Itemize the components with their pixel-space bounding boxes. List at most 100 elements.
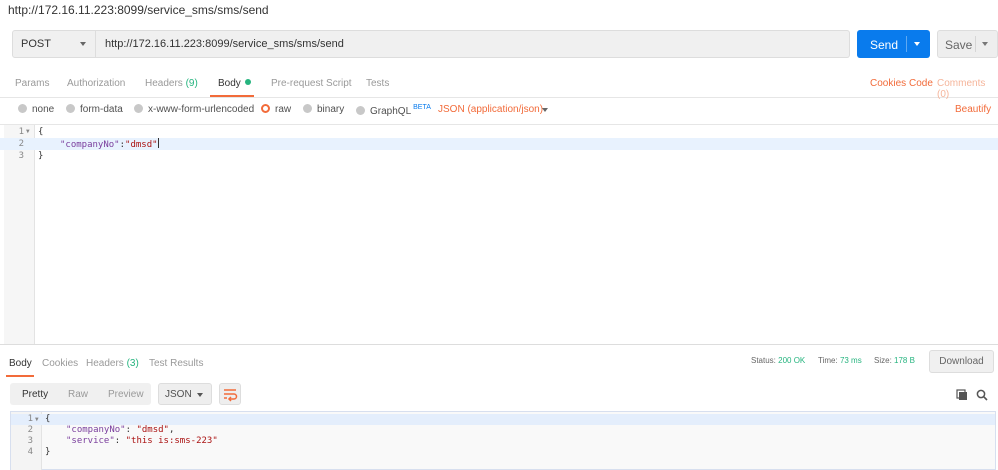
fold-arrow-icon[interactable]: ▼ [26,126,30,138]
editor-line: 3 } [0,150,998,162]
option-form-data-label: form-data [80,104,123,115]
tab-test-results[interactable]: Test Results [149,358,203,369]
radio-icon [66,104,75,113]
time-value: 73 ms [839,356,862,365]
format-label: JSON [165,389,192,400]
json-key: "service" [66,436,115,446]
option-binary-label: binary [317,104,345,115]
url-bar: POST http://172.16.11.223:8099/service_s… [12,30,998,58]
json-colon: : [114,436,126,446]
option-graphql-label: GraphQL [370,106,412,117]
active-tab-underline [210,95,254,97]
time-label: Time: [818,356,838,365]
option-none[interactable]: none [18,104,54,115]
tab-response-body[interactable]: Body [9,358,32,369]
save-options-icon[interactable] [982,42,988,46]
line-number: 3 [18,151,24,161]
tab-body[interactable]: Body [218,78,251,89]
request-tabs: Params Authorization Headers (9) Body Pr… [0,68,998,100]
editor-line: 1 ▼ { [0,126,998,138]
copy-icon[interactable] [956,389,968,404]
tab-prerequest-script[interactable]: Pre-request Script [271,78,352,89]
response-line: 2 "companyNo": "dmsd", [11,425,995,436]
editor-line-active: 2 "companyNo":"dmsd" [0,138,998,150]
fold-arrow-icon[interactable]: ▼ [35,414,39,425]
radio-icon [356,106,365,115]
comments-link[interactable]: Comments (0) [937,78,998,100]
tab-headers-label: Headers [145,78,183,89]
tab-headers[interactable]: Headers (9) [145,78,198,89]
json-string: "dmsd" [136,425,169,435]
option-graphql[interactable]: GraphQL BETA [356,104,431,117]
tab-tests[interactable]: Tests [366,78,389,89]
response-line: 3 "service": "this is:sms-223" [11,436,995,447]
send-label: Send [870,38,899,52]
pretty-button[interactable]: Pretty [22,389,48,400]
json-string: "dmsd" [125,140,158,150]
body-indicator-dot [244,79,251,85]
json-key: "companyNo" [60,140,120,150]
response-toolbar: Pretty Raw Preview JSON [10,383,990,405]
code-text: { [38,127,44,137]
divider [975,36,976,52]
raw-button[interactable]: Raw [68,389,88,400]
code-text: "companyNo": "dmsd", [66,425,174,436]
request-body-editor[interactable]: 1 ▼ { 2 "companyNo":"dmsd" 3 } [0,124,998,345]
line-number: 2 [27,425,33,435]
download-button[interactable]: Download [929,350,994,373]
time-indicator: Time: 73 ms [818,356,862,365]
code-text: } [45,447,51,457]
tab-params[interactable]: Params [15,78,49,89]
beta-badge: BETA [413,104,431,111]
radio-icon [303,104,312,113]
tab-response-cookies[interactable]: Cookies [42,358,78,369]
code-text: "service": "this is:sms-223" [66,436,218,447]
cookies-link[interactable]: Cookies [870,78,906,89]
dropdown-caret-icon [80,42,86,46]
save-label: Save [945,38,973,52]
json-colon: : [125,425,137,435]
option-binary[interactable]: binary [303,104,344,115]
size-indicator: Size: 178 B [874,356,915,365]
line-number: 1 [27,414,33,424]
option-urlencoded[interactable]: x-www-form-urlencoded [134,104,254,115]
wrap-lines-icon [224,389,238,402]
method-label: POST [21,38,51,50]
beautify-link[interactable]: Beautify [955,104,991,115]
response-body-viewer[interactable]: 1 ▼ { 2 "companyNo": "dmsd", 3 "service"… [10,411,996,470]
divider [906,36,907,52]
save-button[interactable]: Save [937,30,998,58]
chevron-down-icon[interactable] [542,108,548,112]
send-options-icon[interactable] [914,42,920,46]
search-icon[interactable] [976,389,988,404]
response-headers-count: (3) [126,358,139,369]
request-title: http://172.16.11.223:8099/service_sms/sm… [8,3,269,17]
radio-selected-icon [261,104,270,113]
option-urlencoded-label: x-www-form-urlencoded [148,104,255,115]
code-link[interactable]: Code [909,78,933,89]
url-input[interactable]: http://172.16.11.223:8099/service_sms/sm… [96,30,850,58]
content-type-select[interactable]: JSON (application/json) [438,104,543,115]
wrap-lines-button[interactable] [219,383,241,405]
line-number: 3 [27,436,33,446]
tab-body-label: Body [218,78,241,89]
tab-authorization[interactable]: Authorization [67,78,125,89]
option-raw-label: raw [275,104,292,115]
format-select[interactable]: JSON [158,383,212,405]
radio-icon [18,104,27,113]
status-label: Status: [751,356,776,365]
preview-button[interactable]: Preview [108,389,144,400]
method-select[interactable]: POST [12,30,96,58]
headers-count: (9) [185,78,198,89]
option-form-data[interactable]: form-data [66,104,123,115]
size-value: 178 B [894,356,915,365]
response-line: 1 ▼ { [11,414,995,425]
radio-icon [134,104,143,113]
code-text: { [45,414,51,424]
send-button[interactable]: Send [857,30,930,58]
option-raw[interactable]: raw [261,104,291,115]
code-text: } [38,151,44,161]
json-comma: , [168,425,175,435]
tab-response-headers[interactable]: Headers (3) [86,358,139,369]
option-none-label: none [32,104,55,115]
